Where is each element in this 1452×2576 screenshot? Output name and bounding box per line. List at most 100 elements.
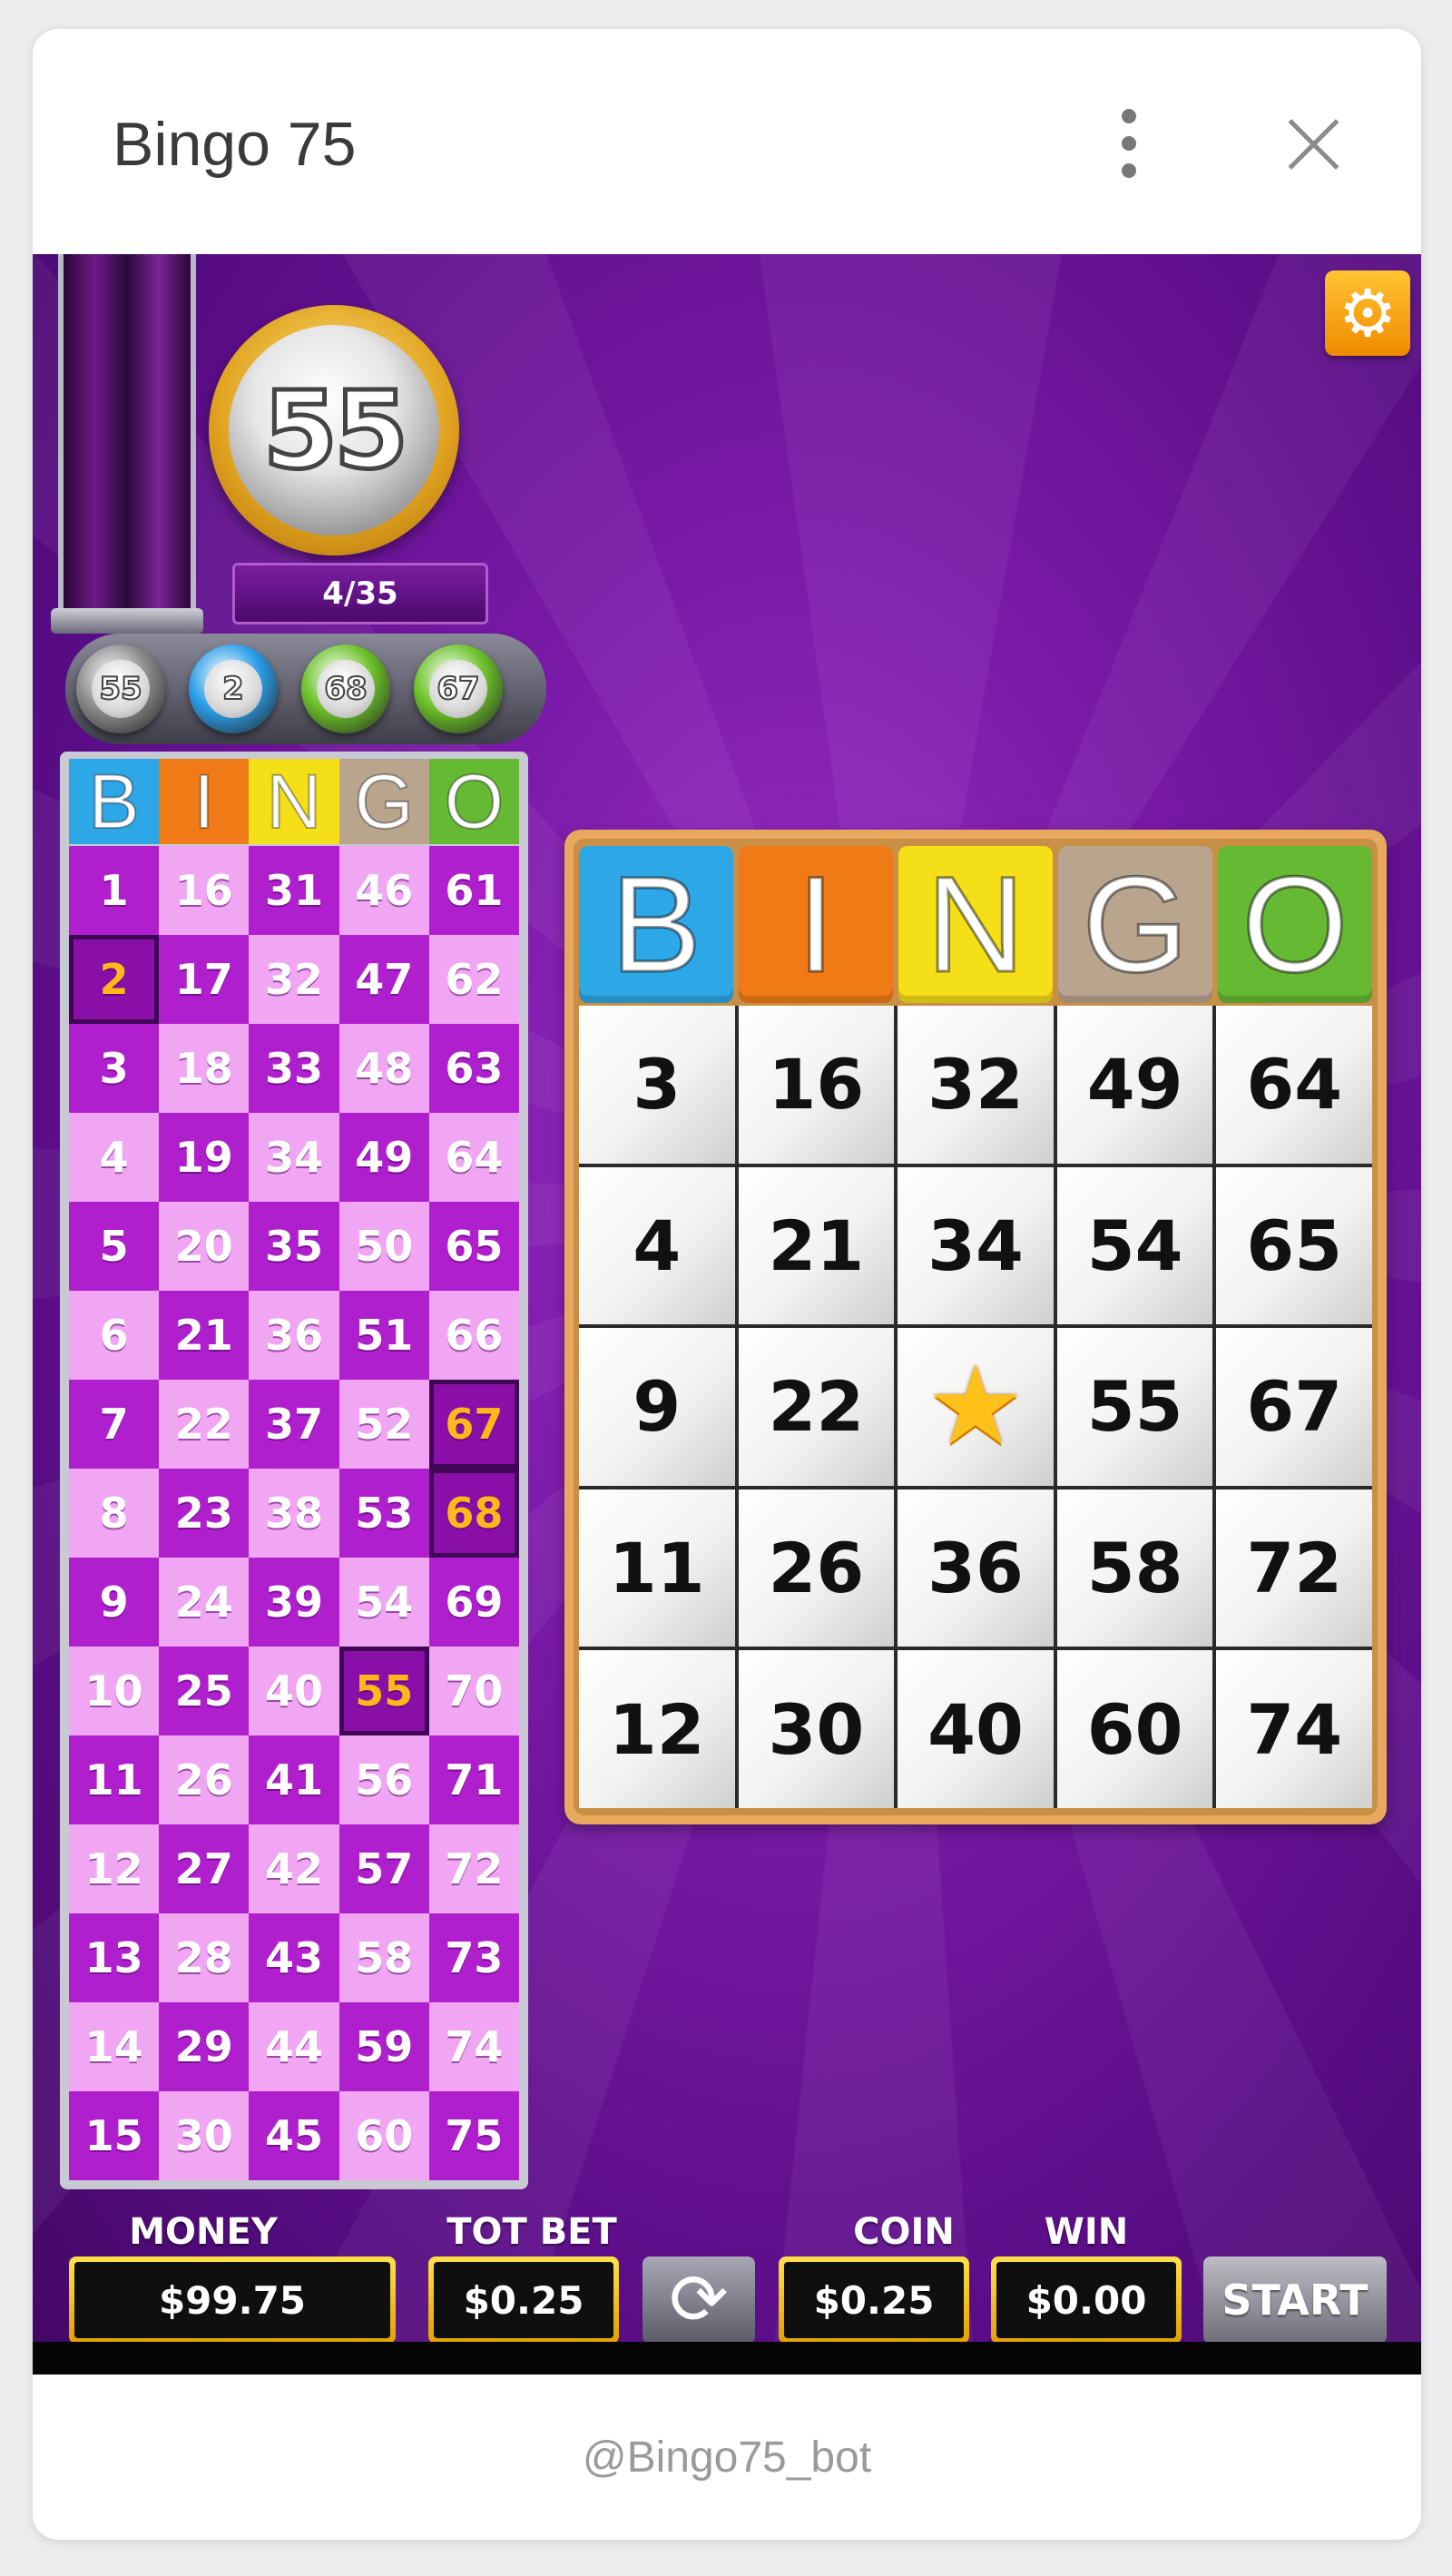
- ball-tube-base: [51, 608, 203, 634]
- board-cell: 11: [69, 1735, 160, 1824]
- board-cell: 16: [159, 846, 250, 935]
- bingo-card: BINGO 3 16 32 49 64 4 21 34 54 65 9 22 ★ 55 67 11 26 36 58…: [564, 830, 1387, 1824]
- board-cell: 69: [428, 1558, 519, 1647]
- win-label: WIN: [1044, 2211, 1129, 2253]
- board-cell: 17: [159, 935, 250, 1024]
- card-cell: 26: [738, 1489, 895, 1647]
- ball-tube: [58, 254, 196, 617]
- coin-selector[interactable]: $0.25: [779, 2256, 969, 2344]
- footer: @Bingo75_bot: [33, 2374, 1421, 2540]
- board-cell: 72: [428, 1824, 519, 1913]
- board-cell: 20: [159, 1202, 250, 1291]
- board-cell-called: 67: [428, 1380, 519, 1469]
- card-cell: 40: [898, 1650, 1054, 1808]
- board-cell: 46: [338, 846, 429, 935]
- refresh-card-button[interactable]: ⟳: [643, 2256, 755, 2344]
- bottom-strip: [33, 2342, 1421, 2374]
- recent-ball: 55: [76, 644, 165, 733]
- gear-icon: ⚙: [1338, 275, 1398, 351]
- bingo-card-frame: BINGO 3 16 32 49 64 4 21 34 54 65 9 22 ★ 55 67 11 26 36 58…: [574, 839, 1378, 1815]
- board-letter: G: [338, 758, 429, 845]
- card-cell: 67: [1216, 1328, 1372, 1486]
- card-cell: 16: [738, 1006, 895, 1164]
- board-cell: 73: [428, 1913, 519, 2002]
- board-header: BINGO: [69, 758, 520, 845]
- board-cell: 58: [338, 1913, 429, 2002]
- card-letter: I: [739, 846, 893, 1003]
- refresh-icon: ⟳: [669, 2259, 729, 2341]
- board-cell: 53: [338, 1469, 429, 1558]
- board-cell: 37: [249, 1380, 339, 1469]
- start-button[interactable]: START: [1203, 2256, 1387, 2344]
- recent-ball: 67: [414, 644, 503, 733]
- recent-ball-number: 67: [429, 660, 487, 718]
- board-cell: 45: [249, 2091, 339, 2180]
- board-cell: 24: [159, 1558, 250, 1647]
- board-cell: 4: [69, 1113, 160, 1202]
- settings-button[interactable]: ⚙: [1325, 270, 1410, 356]
- board-cell-called: 2: [69, 935, 160, 1024]
- current-ball-number: 55: [260, 366, 410, 496]
- money-label: MONEY: [129, 2211, 278, 2253]
- current-ball: 55: [209, 305, 459, 556]
- card-cell: 3: [579, 1006, 735, 1164]
- board-cell: 56: [338, 1735, 429, 1824]
- board-cell: 39: [249, 1558, 339, 1647]
- board-cell: 61: [428, 846, 519, 935]
- app-window: Bingo 75 55 4/35 55 2 68 67 BINGO 1 16 31 46 61…: [33, 29, 1421, 2540]
- recent-ball: 68: [301, 644, 390, 733]
- board-cell: 23: [159, 1469, 250, 1558]
- card-cell: 9: [579, 1328, 735, 1486]
- board-cell: 42: [249, 1824, 339, 1913]
- board-cell: 26: [159, 1735, 250, 1824]
- board-cell: 48: [338, 1024, 429, 1113]
- board-cell: 3: [69, 1024, 160, 1113]
- current-ball-face: 55: [229, 325, 439, 536]
- free-space: ★: [898, 1328, 1054, 1486]
- card-cell: 74: [1216, 1650, 1372, 1808]
- close-icon[interactable]: [1281, 113, 1345, 176]
- board-cell: 75: [428, 2091, 519, 2180]
- board-letter: I: [159, 758, 250, 845]
- win-display: $0.00: [991, 2256, 1182, 2344]
- board-cell: 64: [428, 1113, 519, 1202]
- card-cell: 22: [738, 1328, 895, 1486]
- tot-bet-value: $0.25: [434, 2262, 613, 2338]
- board-cell: 7: [69, 1380, 160, 1469]
- more-options-icon[interactable]: [1105, 109, 1149, 182]
- board-cell: 44: [249, 2002, 339, 2091]
- board-cell: 50: [338, 1202, 429, 1291]
- bingo-card-header: BINGO: [579, 846, 1372, 1003]
- board-cell: 6: [69, 1291, 160, 1380]
- board-cell: 65: [428, 1202, 519, 1291]
- board-cell: 71: [428, 1735, 519, 1824]
- board-cell: 33: [249, 1024, 339, 1113]
- board-cell: 28: [159, 1913, 250, 2002]
- card-cell: 36: [898, 1489, 1054, 1647]
- board-letter: B: [69, 758, 160, 845]
- card-cell: 49: [1056, 1006, 1213, 1164]
- card-cell: 54: [1056, 1166, 1213, 1325]
- board-cell: 36: [249, 1291, 339, 1380]
- card-letter: B: [579, 846, 733, 1003]
- board-cell: 35: [249, 1202, 339, 1291]
- board-cell: 13: [69, 1913, 160, 2002]
- win-value: $0.00: [996, 2262, 1176, 2338]
- board-cell: 54: [338, 1558, 429, 1647]
- card-cell: 60: [1056, 1650, 1213, 1808]
- board-cell: 52: [338, 1380, 429, 1469]
- bot-handle: @Bingo75_bot: [582, 2433, 872, 2482]
- card-cell: 65: [1216, 1166, 1372, 1325]
- board-cell: 9: [69, 1558, 160, 1647]
- coin-value: $0.25: [784, 2262, 964, 2338]
- board-cell: 70: [428, 1647, 519, 1735]
- board-cell: 43: [249, 1913, 339, 2002]
- board-cell: 8: [69, 1469, 160, 1558]
- ball-counter: 4/35: [232, 563, 488, 624]
- star-icon: ★: [927, 1342, 1025, 1470]
- card-cell: 34: [898, 1166, 1054, 1325]
- card-letter: G: [1058, 846, 1212, 1003]
- card-cell: 32: [898, 1006, 1054, 1164]
- board-cell: 49: [338, 1113, 429, 1202]
- recent-ball-number: 55: [92, 660, 150, 718]
